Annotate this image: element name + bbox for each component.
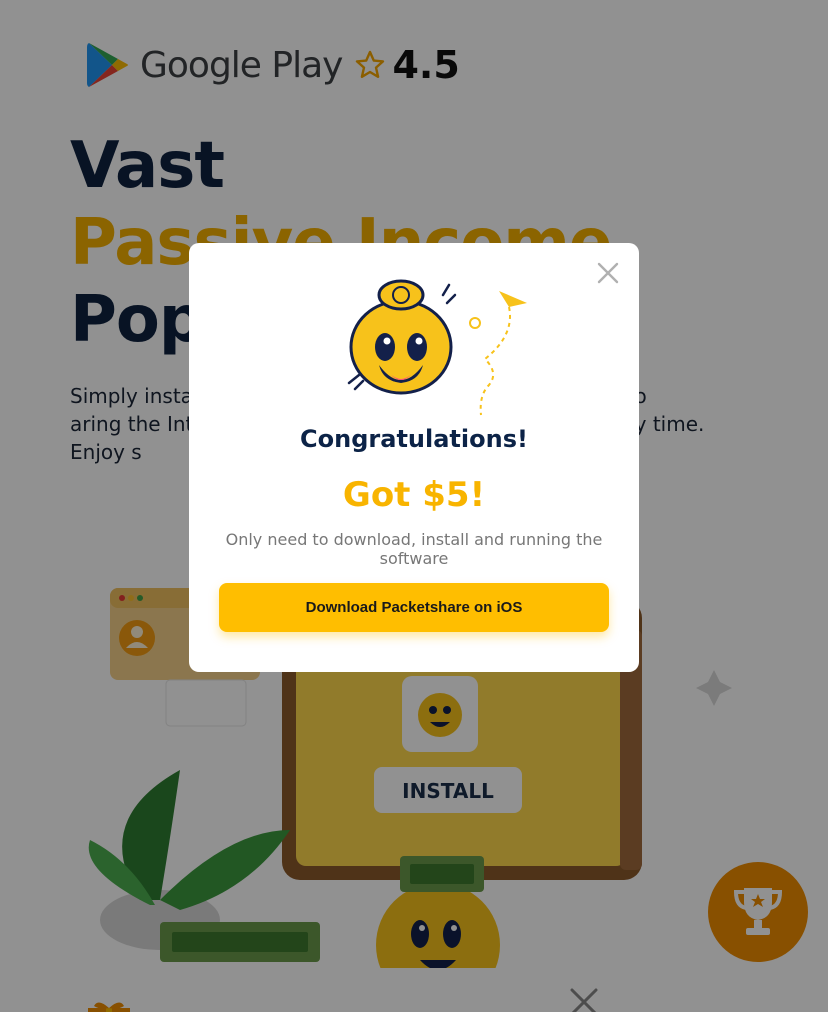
close-icon[interactable]: [597, 262, 619, 284]
reward-amount: Got $5!: [342, 475, 486, 515]
download-ios-button[interactable]: Download Packetshare on iOS: [219, 583, 609, 632]
congratulations-modal: Congratulations! Got $5! Only need to do…: [189, 243, 639, 672]
modal-title: Congratulations!: [300, 425, 528, 453]
mascot-illustration: [347, 279, 527, 416]
modal-subtitle: Only need to download, install and runni…: [225, 530, 603, 568]
